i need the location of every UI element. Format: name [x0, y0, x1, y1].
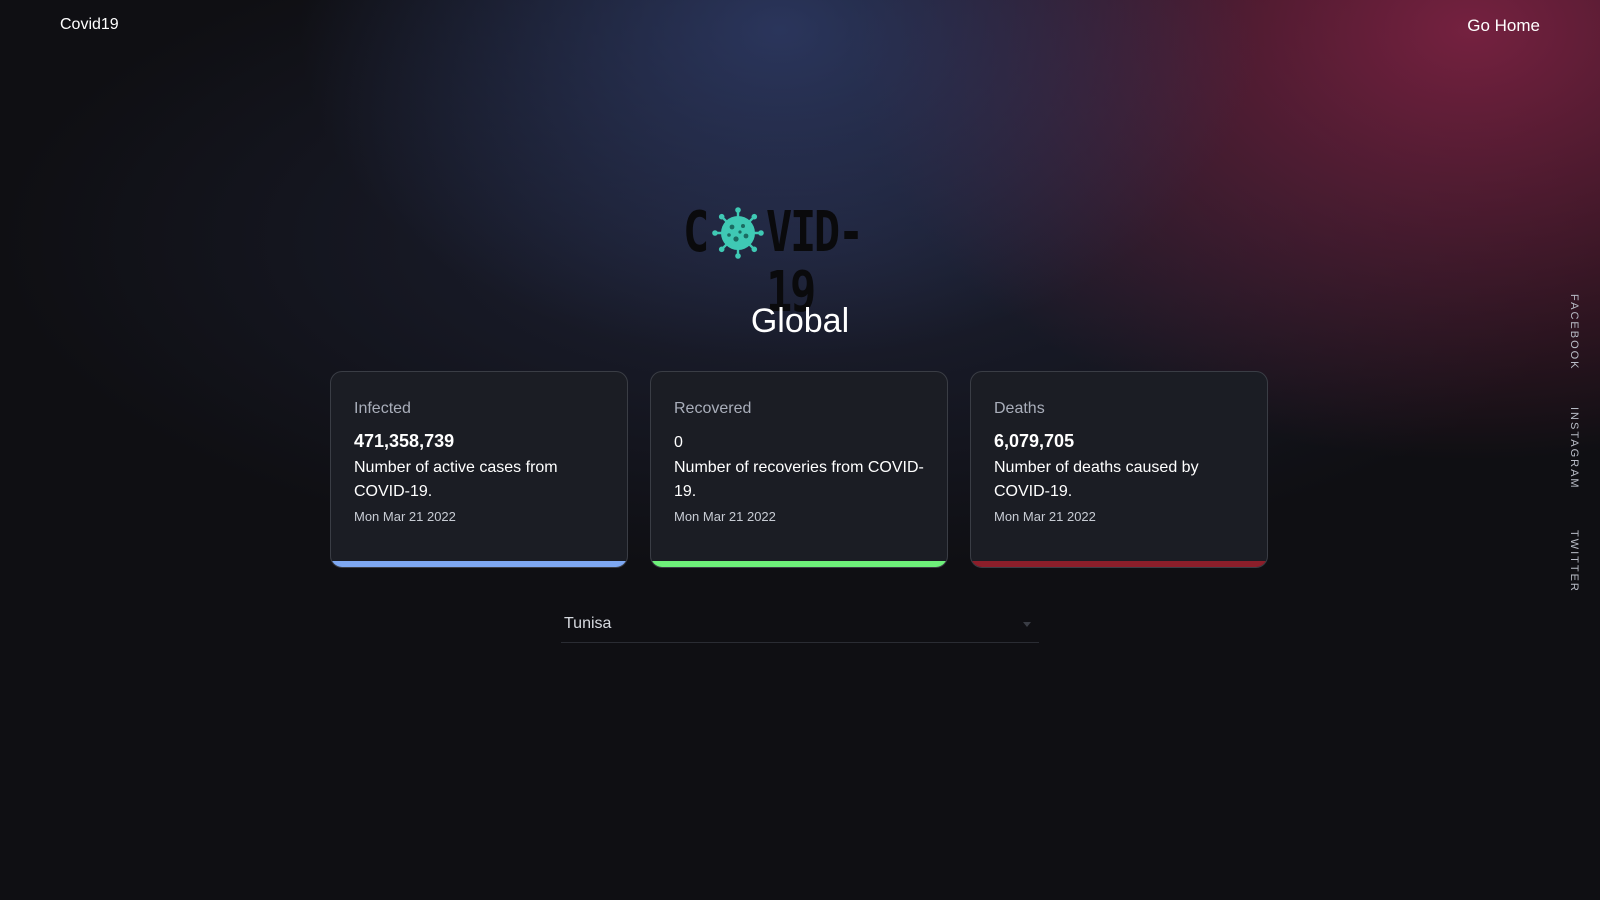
deaths-card: Deaths 6,079,705 Number of deaths caused…	[970, 371, 1268, 568]
card-description: Number of deaths caused by COVID-19.	[994, 459, 1199, 500]
infected-card: Infected 471,358,739 Number of active ca…	[330, 371, 628, 568]
card-accent-bar	[651, 561, 947, 567]
card-accent-bar	[331, 561, 627, 567]
card-accent-bar	[971, 561, 1267, 567]
card-description: Number of recoveries from COVID-19.	[674, 459, 924, 500]
card-date: Mon Mar 21 2022	[994, 509, 1096, 524]
card-label: Recovered	[674, 400, 752, 417]
country-select[interactable]: Tunisa	[561, 610, 1039, 643]
card-value: 471,358,739	[354, 431, 455, 451]
instagram-link[interactable]: INSTAGRAM	[1568, 407, 1580, 490]
section-title: Global	[750, 302, 850, 340]
card-value: 6,079,705	[994, 431, 1075, 451]
card-date: Mon Mar 21 2022	[354, 509, 456, 524]
top-navigation: Covid19 Go Home	[0, 0, 1600, 54]
go-home-link[interactable]: Go Home	[1467, 16, 1540, 36]
twitter-link[interactable]: TWITTER	[1568, 530, 1580, 593]
country-select-value: Tunisa	[564, 615, 612, 632]
brand-link[interactable]: Covid19	[60, 16, 119, 34]
chevron-down-icon	[1023, 622, 1031, 627]
recovered-card: Recovered 0 Number of recoveries from CO…	[650, 371, 948, 568]
card-label: Infected	[354, 400, 411, 417]
stats-cards: Infected 471,358,739 Number of active ca…	[330, 371, 1270, 571]
card-label: Deaths	[994, 400, 1045, 417]
card-date: Mon Mar 21 2022	[674, 509, 776, 524]
facebook-link[interactable]: FACEBOOK	[1568, 294, 1580, 371]
card-description: Number of active cases from COVID-19.	[354, 459, 558, 500]
virus-icon	[712, 207, 764, 259]
covid19-logo: C VID-19	[683, 200, 918, 323]
card-value: 0	[674, 434, 683, 451]
logo-text-left: C	[683, 200, 709, 265]
